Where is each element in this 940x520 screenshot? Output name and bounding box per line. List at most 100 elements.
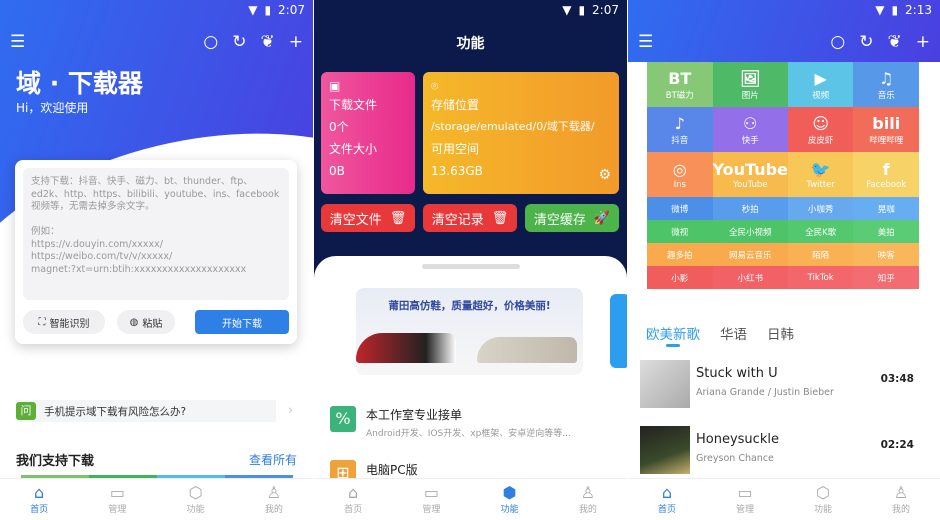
chevron-right-icon: › <box>288 403 294 418</box>
platform-tile[interactable]: ♪ 抖音 <box>647 107 713 152</box>
platform-tile[interactable]: 映客 <box>853 243 919 266</box>
platform-label: 哔哩哔哩 <box>869 135 904 146</box>
platform-icon: YouTube <box>712 159 788 179</box>
platform-icon: BT <box>668 68 692 88</box>
add-icon[interactable]: + <box>289 32 303 52</box>
platform-tile[interactable]: ☺ 皮皮虾 <box>787 107 854 152</box>
platform-icon: ▶ <box>814 68 827 88</box>
paste-button[interactable]: ◍ 粘贴 <box>117 310 175 334</box>
settings-icon[interactable]: ⚙ <box>598 164 611 186</box>
smart-detect-button[interactable]: ⛶ 智能识别 <box>23 310 105 334</box>
nav-home[interactable]: ⌂ 首页 <box>628 479 706 520</box>
platform-tile[interactable]: ◎ Ins <box>647 152 713 197</box>
platform-tile[interactable]: 小咖秀 <box>787 197 854 220</box>
leaf-icon[interactable]: ❦ <box>261 32 275 52</box>
song-row[interactable]: Honeysuckle Greyson Chance 02:24 <box>640 426 930 474</box>
menu-icon[interactable]: ☰ <box>10 32 25 52</box>
nav-functions[interactable]: ⬡ 功能 <box>784 479 862 520</box>
platform-tile[interactable]: ▶ 视频 <box>787 62 854 107</box>
refresh-icon[interactable]: ↻ <box>859 32 873 52</box>
bottom-nav: ⌂ 首页 ▭ 管理 ⬡ 功能 ♙ 我的 <box>0 478 313 520</box>
free-space-label: 可用空间 <box>431 142 480 156</box>
nav-manage[interactable]: ▭ 管理 <box>78 479 156 520</box>
download-stats-card: ▣ 下载文件 0个 文件大小 0B <box>321 72 415 194</box>
platform-tile[interactable]: BT BT磁力 <box>647 62 713 107</box>
bottom-nav: ⌂ 首页 ▭ 管理 ⬡ 功能 ♙ 我的 <box>628 478 940 520</box>
storage-path: /storage/emulated/0/域下载器/ <box>431 120 595 133</box>
platform-label: 快手 <box>741 135 759 146</box>
nav-me[interactable]: ♙ 我的 <box>549 479 627 520</box>
nav-label: 功能 <box>813 505 832 515</box>
list-item-title[interactable]: 电脑PC版 <box>366 461 418 478</box>
platform-tile[interactable]: 美拍 <box>853 220 919 243</box>
see-all-link[interactable]: 查看所有 <box>249 451 297 468</box>
tab-indicator <box>666 344 680 347</box>
add-icon[interactable]: + <box>916 32 930 52</box>
platform-tile[interactable]: 🐦 Twitter <box>787 152 854 197</box>
nav-functions[interactable]: ⬡ 功能 <box>157 479 235 520</box>
song-artist: Greyson Chance <box>696 453 774 464</box>
dl-files-value: 0个 <box>329 120 349 134</box>
welcome-text: Hi，欢迎使用 <box>16 101 89 115</box>
platform-tile[interactable]: 网易云音乐 <box>712 243 788 266</box>
ad-banner[interactable]: 莆田高仿鞋，质量超好，价格美丽! <box>356 288 583 375</box>
nav-functions[interactable]: ⬢ 功能 <box>471 479 549 520</box>
nav-home[interactable]: ⌂ 首页 <box>314 479 392 520</box>
list-item-title[interactable]: 本工作室专业接单 <box>366 406 462 423</box>
platform-tile[interactable]: 知乎 <box>853 266 919 289</box>
trash-icon: 🗑 <box>491 210 509 226</box>
platform-grid: BT BT磁力 🖼 图片 ▶ 视频 ♫ 音乐 ♪ 抖音 ⚇ 快手 ☺ 皮皮虾 bili 哔哩哔哩 ◎ Ins You… <box>647 62 919 289</box>
platform-tile[interactable]: f Facebook <box>853 152 919 197</box>
clear-records-button[interactable]: 清空记录 🗑 <box>423 204 517 232</box>
nav-home[interactable]: ⌂ 首页 <box>0 479 78 520</box>
url-input[interactable]: 支持下载：抖音、快手、磁力、bt、thunder、ftp、ed2k、http、h… <box>23 168 289 300</box>
platform-tile[interactable]: 小影 <box>647 266 713 289</box>
clock: 2:07 <box>592 3 619 17</box>
tab-jpkr[interactable]: 日韩 <box>767 323 794 346</box>
platform-tile[interactable]: 小红书 <box>712 266 788 289</box>
nav-label: 首页 <box>344 505 363 515</box>
tab-chinese[interactable]: 华语 <box>720 323 747 346</box>
search-icon[interactable]: ○ <box>830 32 845 52</box>
leaf-icon[interactable]: ❦ <box>888 32 902 52</box>
platform-tile[interactable]: bili 哔哩哔哩 <box>853 107 919 152</box>
platform-tile[interactable]: 全民K歌 <box>787 220 854 243</box>
nav-label: 首页 <box>30 505 49 515</box>
tab-western[interactable]: 欧美新歌 <box>646 323 700 346</box>
user-icon: ♙ <box>266 483 282 502</box>
nav-me[interactable]: ♙ 我的 <box>235 479 313 520</box>
platform-tile[interactable]: 秒拍 <box>712 197 788 220</box>
platform-tile[interactable]: ♫ 音乐 <box>853 62 919 107</box>
platform-tile[interactable]: 晃咖 <box>853 197 919 220</box>
search-icon[interactable]: ○ <box>203 32 218 52</box>
faq-item[interactable]: 问手机提示域下载有风险怎么办? <box>16 400 276 422</box>
nav-manage[interactable]: ▭ 管理 <box>706 479 784 520</box>
nav-label: 功能 <box>186 505 205 515</box>
platform-tile[interactable]: 微博 <box>647 197 713 220</box>
drag-handle[interactable] <box>422 264 520 269</box>
platform-label: Ins <box>673 179 686 190</box>
platform-tile[interactable]: YouTube YouTube <box>712 152 788 197</box>
start-download-button[interactable]: 开始下载 <box>195 310 289 334</box>
platform-tile[interactable]: 🖼 图片 <box>712 62 788 107</box>
platform-tile[interactable]: 陌陌 <box>787 243 854 266</box>
nav-manage[interactable]: ▭ 管理 <box>392 479 470 520</box>
platform-icon: 🐦 <box>810 159 831 179</box>
page-title: 功能 <box>456 36 485 52</box>
battery-icon: ▮ <box>578 3 586 17</box>
sneaker-image <box>477 337 577 363</box>
platform-tile[interactable]: ⚇ 快手 <box>712 107 788 152</box>
clear-files-button[interactable]: 清空文件 🗑 <box>321 204 415 232</box>
platform-tile[interactable]: TikTok <box>787 266 854 289</box>
refresh-icon[interactable]: ↻ <box>232 32 246 52</box>
platform-tile[interactable]: 全民小视频 <box>712 220 788 243</box>
platform-tile[interactable]: 趣多拍 <box>647 243 713 266</box>
platform-icon: f <box>882 159 890 179</box>
platform-tile[interactable]: 微视 <box>647 220 713 243</box>
song-row[interactable]: Stuck with U Ariana Grande / Justin Bieb… <box>640 360 930 408</box>
menu-icon[interactable]: ☰ <box>638 32 653 52</box>
next-banner[interactable] <box>610 294 627 368</box>
platform-icon: ◎ <box>672 159 687 179</box>
clear-cache-button[interactable]: 清空缓存 🚀 <box>525 204 619 232</box>
nav-me[interactable]: ♙ 我的 <box>862 479 940 520</box>
